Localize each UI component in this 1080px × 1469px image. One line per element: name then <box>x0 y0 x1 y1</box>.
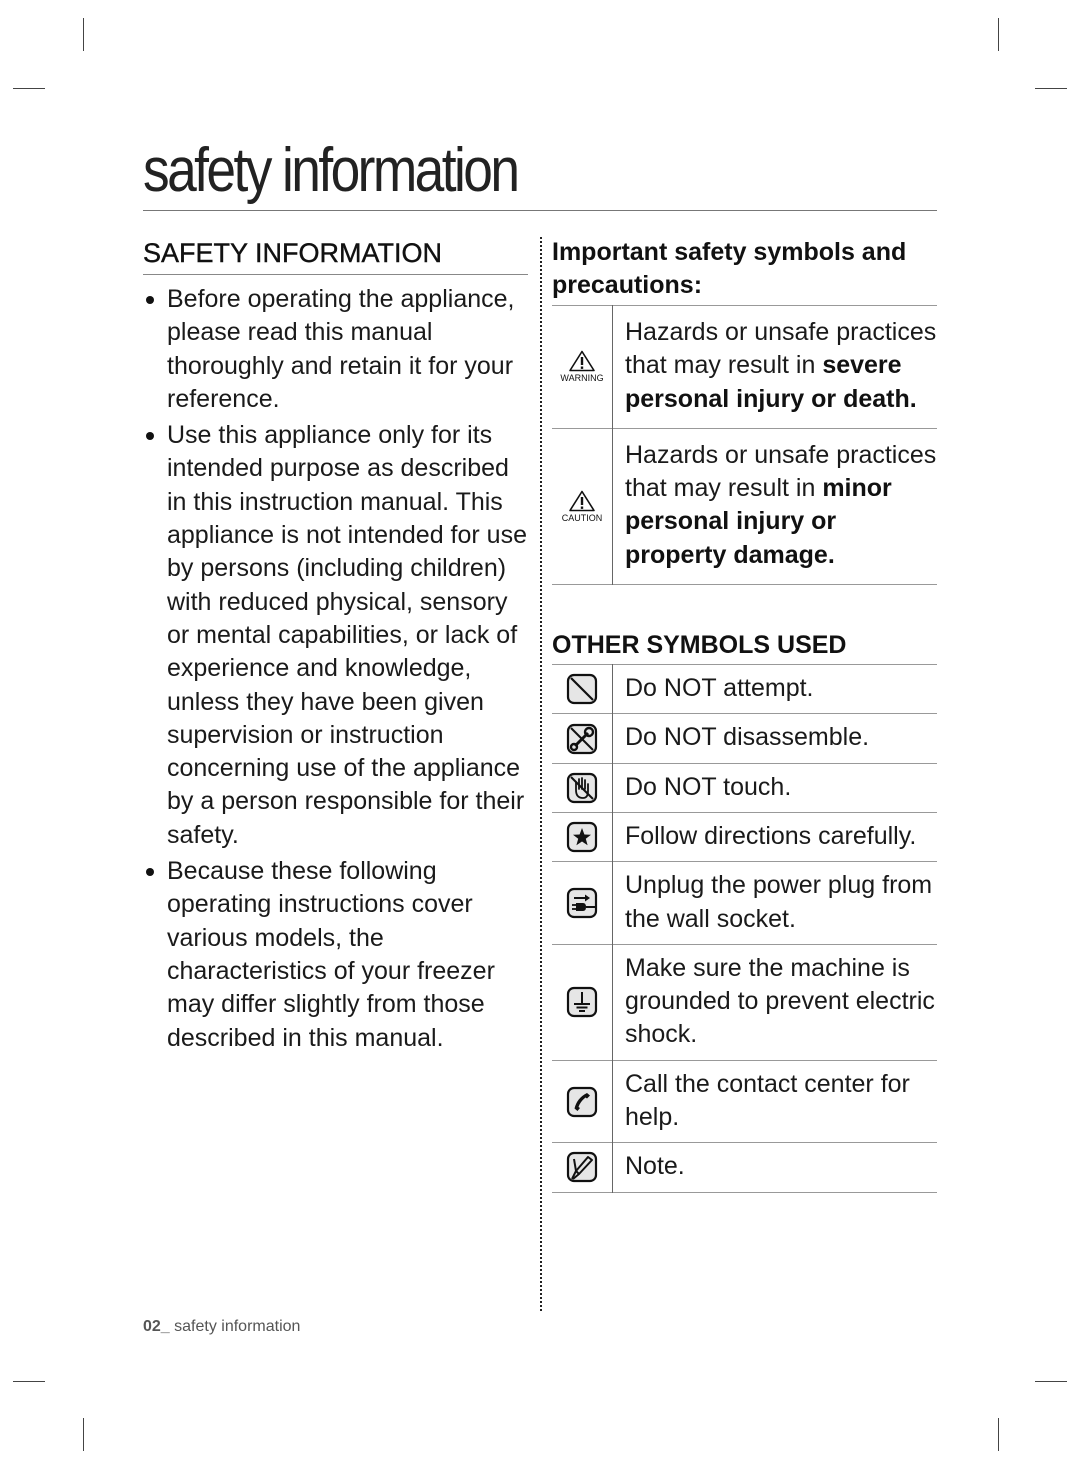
unplug-icon <box>566 887 598 919</box>
symbol-row: Make sure the machine is grounded to pre… <box>552 944 937 1061</box>
bullet-item: Use this appliance only for its intended… <box>143 419 528 852</box>
symbol-text: Note. <box>625 1152 685 1181</box>
bullet-icon <box>146 868 154 877</box>
precaution-row-caution: CAUTION Hazards or unsafe practices that… <box>552 428 937 585</box>
crop-mark <box>1035 88 1067 89</box>
column-divider <box>540 237 542 1311</box>
bullet-text: Use this appliance only for its intended… <box>167 421 527 849</box>
symbol-row: Note. <box>552 1142 937 1193</box>
bullet-text: Because these following operating instru… <box>167 857 495 1052</box>
symbol-text: Unplug the power plug from the wall sock… <box>625 871 933 933</box>
symbol-text: Call the contact center for help. <box>625 1069 910 1132</box>
bullet-item: Because these following operating instru… <box>143 855 528 1055</box>
other-symbols-table: Do NOT attempt. Do NOT disassemble. Do N… <box>552 664 937 1193</box>
symbols-section: Important safety symbols and precautions… <box>552 236 937 1193</box>
symbol-text: Do NOT touch. <box>625 772 792 801</box>
page-footer: 02_ safety information <box>143 1318 300 1336</box>
crop-mark <box>1035 1381 1067 1382</box>
warning-triangle-icon: WARNING <box>560 350 604 384</box>
note-icon <box>566 1152 598 1183</box>
caution-triangle-icon: CAUTION <box>561 490 603 523</box>
crop-mark <box>998 18 999 51</box>
section-heading: SAFETY INFORMATION <box>143 238 443 268</box>
crop-mark <box>998 1418 999 1451</box>
bullet-item: Before operating the appliance, please r… <box>143 283 528 416</box>
heading-rule <box>143 274 528 275</box>
crop-mark <box>13 88 45 89</box>
footer-section: safety information <box>169 1318 301 1335</box>
do-not-attempt-icon <box>566 674 598 705</box>
caution-label: CAUTION <box>561 512 603 523</box>
bullet-list: Before operating the appliance, please r… <box>143 283 528 1055</box>
do-not-disassemble-icon <box>566 723 598 754</box>
precaution-row-warning: WARNING Hazards or unsafe practices that… <box>552 305 937 429</box>
bullet-icon <box>146 432 154 441</box>
page-number: 02_ <box>143 1318 170 1335</box>
precautions-table: WARNING Hazards or unsafe practices that… <box>552 305 937 585</box>
bullet-icon <box>146 296 154 304</box>
important-symbols-heading: Important safety symbols and precautions… <box>552 238 907 299</box>
crop-mark <box>83 1418 84 1451</box>
page-title: safety information <box>143 136 520 205</box>
symbol-row: Do NOT attempt. <box>552 664 937 714</box>
symbol-row: Unplug the power plug from the wall sock… <box>552 861 937 945</box>
crop-mark <box>83 18 84 51</box>
warning-label: WARNING <box>560 373 604 384</box>
ground-icon <box>566 987 598 1018</box>
other-symbols-heading: OTHER SYMBOLS USED <box>552 631 847 660</box>
symbol-row: Call the contact center for help. <box>552 1060 937 1143</box>
symbol-row: Do NOT disassemble. <box>552 713 937 764</box>
title-rule <box>143 210 937 211</box>
bullet-text: Before operating the appliance, please r… <box>167 285 515 413</box>
safety-information-section: SAFETY INFORMATION Before operating the … <box>143 236 528 1058</box>
crop-mark <box>13 1381 45 1382</box>
symbol-text: Do NOT attempt. <box>625 674 814 703</box>
symbol-row: Do NOT touch. <box>552 763 937 813</box>
symbol-row: Follow directions carefully. <box>552 812 937 862</box>
do-not-touch-icon <box>566 772 598 803</box>
symbol-text: Follow directions carefully. <box>625 821 917 850</box>
call-contact-center-icon <box>566 1086 598 1117</box>
follow-directions-icon <box>566 822 598 853</box>
symbol-text: Do NOT disassemble. <box>625 723 870 752</box>
symbol-text: Make sure the machine is grounded to pre… <box>625 953 935 1049</box>
